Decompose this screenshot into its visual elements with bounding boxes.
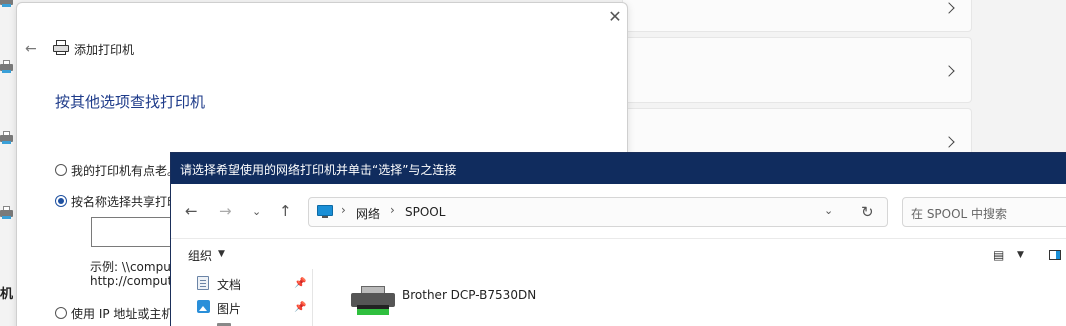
breadcrumb-network[interactable]: 网络 [356,205,380,222]
printer-icon [0,0,14,8]
option-old-printer-radio[interactable] [55,164,67,176]
search-box[interactable]: 在 SPOOL 中搜索 [902,197,1066,227]
pin-icon[interactable]: 📌 [294,278,306,289]
dialog-titlebar: 请选择希望使用的网络打印机并单击“选择”与之连接 [171,153,1066,184]
nav-item-label: 文档 [217,278,242,292]
close-icon[interactable]: ✕ [607,9,623,25]
view-options-icon[interactable]: ▤ [993,248,1004,262]
settings-printer-card[interactable] [622,37,972,103]
printer-icon [0,60,14,74]
network-computer-icon [317,205,333,219]
preview-pane-icon[interactable] [1049,250,1061,260]
wizard-title: 添加打印机 [74,43,135,57]
option-shared-by-name-label[interactable]: 按名称选择共享打印 [71,193,179,210]
pictures-icon [197,300,210,313]
toolbar-divider [171,238,1066,239]
chevron-right-icon [943,65,955,77]
organize-button[interactable]: 组织 [188,247,212,264]
printer-icon [0,131,14,145]
example-line-2: http://comput [90,274,173,288]
back-arrow-icon[interactable]: ← [25,41,37,57]
organize-caret-icon[interactable]: ▼ [218,249,225,259]
printer-name: Brother DCP-B7530DN [402,288,537,302]
chevron-right-icon [943,2,955,14]
option-ip-address-label[interactable]: 使用 IP 地址或主机 [71,305,173,322]
recent-locations-chevron-icon[interactable]: ⌄ [252,205,261,218]
printer-icon [53,40,69,56]
document-icon [197,276,209,290]
settings-printer-card[interactable] [622,0,972,32]
wizard-heading: 按其他选项查找打印机 [55,93,206,111]
up-arrow-icon[interactable]: ↑ [279,202,292,220]
view-caret-icon[interactable]: ▼ [1017,250,1024,260]
breadcrumb-spool[interactable]: SPOOL [405,205,445,219]
forward-arrow-icon[interactable]: → [219,202,232,220]
option-old-printer-label[interactable]: 我的打印机有点老。 [71,162,179,179]
printer-icon [0,206,14,220]
address-bar[interactable]: › 网络 › SPOOL ⌄ [308,197,888,227]
refresh-icon[interactable]: ↻ [861,203,874,221]
nav-item-label: 图片 [217,302,242,316]
breadcrumb-separator-icon: › [341,203,346,217]
background-settings-sidebar: 机 [0,0,16,326]
breadcrumb-separator-icon: › [390,203,395,217]
option-ip-address-radio[interactable] [55,307,67,319]
pin-icon[interactable]: 📌 [294,302,306,313]
network-printer-icon [351,286,395,326]
dialog-title: 请选择希望使用的网络打印机并单击“选择”与之连接 [180,163,457,177]
example-line-1: 示例: \\compu [90,260,171,274]
select-network-printer-dialog: 请选择希望使用的网络打印机并单击“选择”与之连接 ← → ⌄ ↑ › 网络 › … [170,152,1066,326]
address-dropdown-icon[interactable]: ⌄ [824,204,833,217]
search-input[interactable]: 在 SPOOL 中搜索 [911,205,1007,222]
navigation-pane-divider[interactable] [312,269,313,326]
chevron-right-icon [943,136,955,148]
option-shared-by-name-radio[interactable] [55,195,67,207]
background-partial-text: 机 [0,287,14,302]
back-arrow-icon[interactable]: ← [185,202,198,220]
